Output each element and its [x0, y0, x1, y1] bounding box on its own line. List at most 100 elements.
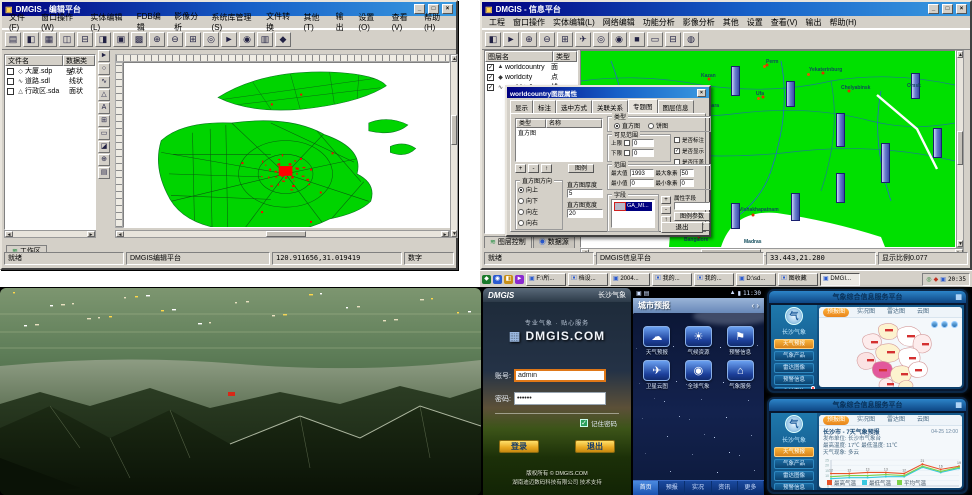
dialog-tab-5[interactable]: 图层信息 [658, 100, 694, 114]
radio-direction[interactable]: 向右 [518, 218, 560, 227]
editor-map-canvas[interactable] [123, 62, 450, 228]
login-button[interactable]: 登录 [499, 440, 539, 453]
menu-item-3[interactable]: 网络编辑 [600, 17, 638, 28]
info-titlebar[interactable]: ▣ DMGIS - 信息平台 _ □ × [482, 2, 970, 16]
histogram-bar[interactable] [731, 66, 740, 96]
full-extent-icon[interactable]: ◎ [203, 32, 219, 47]
histogram-bar[interactable] [933, 128, 942, 158]
nav-tab-0[interactable]: 首页 [633, 481, 659, 495]
histogram-bar[interactable] [836, 113, 845, 147]
shanghai-map[interactable] [124, 63, 450, 228]
measure-icon[interactable]: ▭ [647, 32, 663, 47]
select-icon[interactable]: ► [503, 32, 519, 47]
menu-item-7[interactable]: 设置 [744, 17, 766, 28]
app-tile[interactable]: ◉全球气象 [680, 360, 716, 390]
nav-tab-3[interactable]: 资讯 [712, 481, 738, 495]
menu-item-10[interactable]: 查看(V) [389, 12, 420, 32]
pan-icon[interactable]: ⊞ [185, 32, 201, 47]
thickness-input[interactable]: 5 [567, 189, 603, 198]
lower-input[interactable]: 0 [632, 149, 654, 157]
zoom-in-icon[interactable]: ⊕ [149, 32, 165, 47]
vertex-icon[interactable]: ○ [98, 63, 110, 75]
dialog-titlebar[interactable]: worldcountry图层属性 × [507, 87, 709, 98]
dialog-tab-4[interactable]: 专题图 [628, 99, 658, 113]
nav-tab-4[interactable]: 更多 [738, 481, 764, 495]
attributes-icon[interactable]: ▤ [98, 167, 110, 179]
menu-grid-icon[interactable]: ▦ [955, 293, 962, 301]
pan-icon[interactable]: ✈ [575, 32, 591, 47]
map-vscrollbar[interactable]: ▲ ▼ [450, 54, 458, 238]
menu-item-6[interactable]: 其他 [720, 17, 742, 28]
tab-layer-control[interactable]: ≋ 图层控制 [484, 236, 532, 248]
layer-checkbox[interactable] [7, 68, 14, 75]
radio-direction[interactable]: 向上 [518, 185, 560, 194]
taskbar-button-4[interactable]: ▣ 我的... [694, 273, 734, 286]
radio-histogram[interactable]: 直方图 [614, 121, 640, 130]
taskbar-button-6[interactable]: ▣ 图收藏 [778, 273, 818, 286]
content-tab-1[interactable]: 实况图 [853, 416, 879, 425]
histogram-bar[interactable] [786, 81, 795, 107]
menu-grid-icon[interactable]: ▦ [955, 401, 962, 409]
legend-param-button[interactable]: 图例参数 [674, 212, 710, 221]
lower-checkbox[interactable] [624, 150, 630, 156]
text-annotate-icon[interactable]: A [98, 102, 110, 114]
nav-tab-2[interactable]: 实况 [685, 481, 711, 495]
file-row[interactable]: ◇大厦.sdp点状 [5, 66, 95, 76]
world-icon[interactable]: ◍ [683, 32, 699, 47]
layer-row[interactable]: ✓◆worldcity点 [485, 72, 577, 82]
menu-item-8[interactable]: 查看(V) [768, 17, 801, 28]
layer-checkbox[interactable] [7, 78, 14, 85]
histogram-bar[interactable] [791, 193, 800, 221]
menu-item-1[interactable]: 窗口操作 [510, 17, 548, 28]
flag-checkbox[interactable]: ✓是否显示 [674, 147, 704, 155]
new-icon[interactable]: ▤ [5, 32, 21, 47]
open-icon[interactable]: ◧ [485, 32, 501, 47]
grid-icon[interactable]: ⊞ [98, 115, 110, 127]
theme-list-row[interactable]: 直方图 [516, 128, 602, 137]
open-icon[interactable]: ◧ [23, 32, 39, 47]
sidebar-menu-2[interactable]: 雷达图像 [774, 363, 814, 373]
menu-item-0[interactable]: 工程 [486, 17, 508, 28]
layer-row[interactable]: ✓▲worldcountry面 [485, 62, 577, 72]
field-swatch[interactable] [614, 202, 626, 211]
paste-icon[interactable]: ▩ [131, 32, 147, 47]
field-remove-button[interactable]: - [661, 206, 671, 214]
app-tile[interactable]: ☁天气预报 [639, 326, 675, 356]
quicklaunch-folder-icon[interactable]: ◧ [504, 275, 513, 284]
zoom-in-icon[interactable]: ⊕ [521, 32, 537, 47]
taskbar-button-2[interactable]: ▣ 2004... [610, 273, 650, 286]
province-map[interactable] [819, 319, 962, 387]
content-tab-3[interactable]: 云图 [913, 308, 933, 317]
layer-checkbox[interactable]: ✓ [487, 84, 494, 91]
menu-item-5[interactable]: 系统库管理(S) [209, 12, 262, 32]
radio-pie[interactable]: 饼图 [648, 121, 668, 130]
tab-data-source[interactable]: ◉ 数据源 [533, 236, 575, 248]
menu-item-7[interactable]: 其他(T) [301, 12, 331, 32]
file-row[interactable]: ∿道路.sdl线状 [5, 76, 95, 86]
exit-button[interactable]: 退出 [661, 222, 703, 233]
tray-volume-icon[interactable]: ◆ [934, 276, 939, 283]
field-add-button[interactable]: + [661, 196, 671, 204]
tray-antivirus-icon[interactable]: ◎ [926, 276, 931, 283]
info-icon[interactable]: ◉ [611, 32, 627, 47]
theme-list-col-name[interactable]: 名称 [546, 119, 602, 128]
menu-item-3[interactable]: FDB编辑 [134, 11, 169, 33]
app-tile[interactable]: ⌂气象服务 [722, 360, 758, 390]
max-input[interactable]: 1993 [630, 169, 654, 177]
menu-item-9[interactable]: 输出 [802, 17, 824, 28]
content-tab-1[interactable]: 实况图 [853, 308, 879, 317]
maximize-icon[interactable]: □ [942, 4, 953, 14]
draw-polygon-icon[interactable]: △ [98, 89, 110, 101]
copy-icon[interactable]: ▣ [113, 32, 129, 47]
taskbar-button-3[interactable]: ▣ 我的... [652, 273, 692, 286]
sidebar-menu-4[interactable]: 台站查询 [774, 387, 814, 389]
sidebar-menu-3[interactable]: 预警信息 [774, 483, 814, 490]
file-panel-col-name[interactable]: 文件名 [5, 55, 63, 66]
upper-input[interactable]: 0 [632, 139, 654, 147]
save-all-icon[interactable]: ◫ [59, 32, 75, 47]
content-tab-0[interactable]: 预报图 [823, 416, 849, 425]
print-icon[interactable]: ⊟ [665, 32, 681, 47]
cut-icon[interactable]: ◨ [95, 32, 111, 47]
histogram-bar[interactable] [881, 143, 890, 183]
close-icon[interactable]: × [956, 4, 967, 14]
